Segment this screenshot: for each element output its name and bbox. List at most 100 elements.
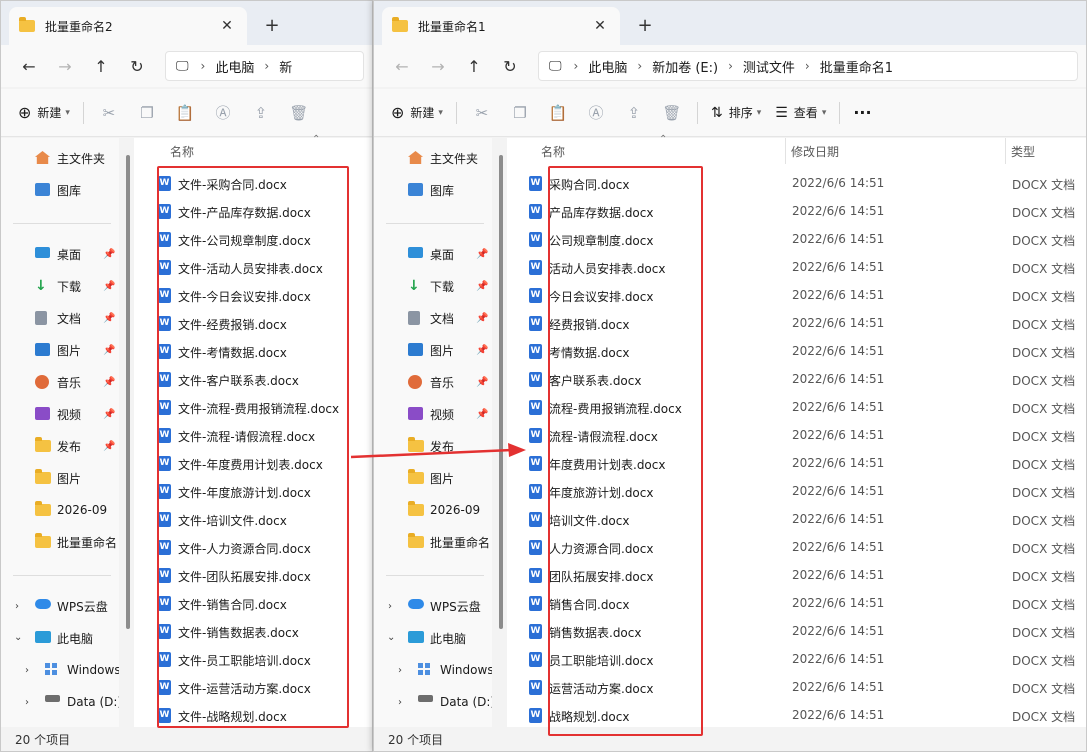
sidebar-item-videos[interactable]: 视频 📌: [35, 401, 119, 427]
file-row[interactable]: W 采购合同.docx 2022/6/6 14:51 DOCX 文档: [507, 169, 1086, 197]
file-row[interactable]: W 今日会议安排.docx 2022/6/6 14:51 DOCX 文档: [507, 281, 1086, 309]
sidebar-item-home[interactable]: 主文件夹: [35, 145, 119, 171]
file-row[interactable]: W 文件-运营活动方案.docx: [134, 673, 372, 701]
cut-icon[interactable]: ✂: [98, 102, 120, 124]
column-header-name[interactable]: 名称: [541, 143, 565, 160]
sidebar-item-data-drive[interactable]: Data (D:): [418, 689, 492, 715]
share-icon[interactable]: ⇪: [250, 102, 272, 124]
file-row[interactable]: W 文件-流程-请假流程.docx: [134, 421, 372, 449]
sidebar-scrollbar[interactable]: [126, 155, 130, 629]
chevron-right-icon[interactable]: ›: [25, 697, 29, 708]
file-row[interactable]: W 文件-流程-费用报销流程.docx: [134, 393, 372, 421]
file-row[interactable]: W 流程-请假流程.docx 2022/6/6 14:51 DOCX 文档: [507, 421, 1086, 449]
new-button[interactable]: ⊕ 新建 ▾: [11, 97, 77, 129]
back-arrow-icon[interactable]: ←: [384, 50, 420, 82]
sidebar-item-pictures[interactable]: 图片 📌: [408, 337, 492, 363]
up-arrow-icon[interactable]: ↑: [83, 50, 119, 82]
file-row[interactable]: W 培训文件.docx 2022/6/6 14:51 DOCX 文档: [507, 505, 1086, 533]
sidebar-item-batch-rename[interactable]: 批量重命名: [35, 529, 119, 555]
file-row[interactable]: W 文件-年度费用计划表.docx: [134, 449, 372, 477]
file-row[interactable]: W 客户联系表.docx 2022/6/6 14:51 DOCX 文档: [507, 365, 1086, 393]
sidebar-item-documents[interactable]: 文档 📌: [408, 305, 492, 331]
delete-icon[interactable]: 🗑: [661, 102, 683, 124]
file-row[interactable]: W 文件-经费报销.docx: [134, 309, 372, 337]
chevron-right-icon[interactable]: ›: [25, 665, 29, 676]
sidebar-item-batch-rename[interactable]: 批量重命名: [408, 529, 492, 555]
breadcrumb-drive[interactable]: 新: [269, 57, 302, 76]
close-icon[interactable]: ✕: [217, 18, 237, 34]
file-row[interactable]: W 文件-活动人员安排表.docx: [134, 253, 372, 281]
sidebar-item-pictures-folder[interactable]: 图片: [408, 465, 492, 491]
column-header-name[interactable]: 名称: [170, 143, 194, 160]
file-row[interactable]: W 文件-客户联系表.docx: [134, 365, 372, 393]
file-row[interactable]: W 文件-培训文件.docx: [134, 505, 372, 533]
tab-active[interactable]: 批量重命名2 ✕: [9, 7, 247, 45]
sidebar-item-desktop[interactable]: 桌面 📌: [35, 241, 119, 267]
file-row[interactable]: W 文件-今日会议安排.docx: [134, 281, 372, 309]
file-row[interactable]: W 文件-人力资源合同.docx: [134, 533, 372, 561]
share-icon[interactable]: ⇪: [623, 102, 645, 124]
file-row[interactable]: W 文件-员工职能培训.docx: [134, 645, 372, 673]
file-row[interactable]: W 经费报销.docx 2022/6/6 14:51 DOCX 文档: [507, 309, 1086, 337]
new-button[interactable]: ⊕ 新建 ▾: [384, 97, 450, 129]
file-row[interactable]: W 战略规划.docx 2022/6/6 14:51 DOCX 文档: [507, 701, 1086, 729]
file-row[interactable]: W 团队拓展安排.docx 2022/6/6 14:51 DOCX 文档: [507, 561, 1086, 589]
file-row[interactable]: W 文件-团队拓展安排.docx: [134, 561, 372, 589]
file-row[interactable]: W 活动人员安排表.docx 2022/6/6 14:51 DOCX 文档: [507, 253, 1086, 281]
column-header-type[interactable]: 类型: [1011, 143, 1035, 160]
chevron-right-icon[interactable]: ›: [388, 601, 392, 612]
view-button[interactable]: ☰ 查看 ▾: [768, 97, 833, 129]
file-row[interactable]: W 文件-年度旅游计划.docx: [134, 477, 372, 505]
file-row[interactable]: W 运营活动方案.docx 2022/6/6 14:51 DOCX 文档: [507, 673, 1086, 701]
sidebar-item-this-pc[interactable]: 此电脑: [408, 625, 492, 651]
sidebar-item-windows-drive[interactable]: Windows: [45, 657, 119, 683]
refresh-icon[interactable]: ↻: [492, 50, 528, 82]
sidebar-item-2026-09[interactable]: 2026-09: [35, 497, 119, 523]
breadcrumb-current-folder[interactable]: 批量重命名1: [810, 57, 903, 76]
new-tab-button[interactable]: +: [259, 13, 285, 39]
rename-icon[interactable]: Ⓐ: [585, 102, 607, 124]
refresh-icon[interactable]: ↻: [119, 50, 155, 82]
breadcrumb-drive[interactable]: 新加卷 (E:): [642, 57, 728, 76]
sidebar-item-wps-cloud[interactable]: WPS云盘: [35, 593, 119, 619]
breadcrumb-this-pc[interactable]: 此电脑: [205, 57, 264, 76]
sidebar-item-gallery[interactable]: 图库: [408, 177, 492, 203]
up-arrow-icon[interactable]: ↑: [456, 50, 492, 82]
sidebar-item-downloads[interactable]: ↓ 下载 📌: [35, 273, 119, 299]
file-row[interactable]: W 流程-费用报销流程.docx 2022/6/6 14:51 DOCX 文档: [507, 393, 1086, 421]
back-arrow-icon[interactable]: ←: [11, 50, 47, 82]
file-row[interactable]: W 年度费用计划表.docx 2022/6/6 14:51 DOCX 文档: [507, 449, 1086, 477]
copy-icon[interactable]: ❐: [136, 102, 158, 124]
tab-active[interactable]: 批量重命名1 ✕: [382, 7, 620, 45]
rename-icon[interactable]: Ⓐ: [212, 102, 234, 124]
address-bar[interactable]: 🖵 › 此电脑 › 新: [165, 51, 364, 81]
sidebar-item-music[interactable]: 音乐 📌: [408, 369, 492, 395]
breadcrumb-test-folder[interactable]: 测试文件: [733, 57, 805, 76]
file-row[interactable]: W 销售数据表.docx 2022/6/6 14:51 DOCX 文档: [507, 617, 1086, 645]
sidebar-item-documents[interactable]: 文档 📌: [35, 305, 119, 331]
file-row[interactable]: W 考情数据.docx 2022/6/6 14:51 DOCX 文档: [507, 337, 1086, 365]
sidebar-item-publish[interactable]: 发布: [408, 433, 492, 459]
file-row[interactable]: W 文件-公司规章制度.docx: [134, 225, 372, 253]
file-row[interactable]: W 年度旅游计划.docx 2022/6/6 14:51 DOCX 文档: [507, 477, 1086, 505]
sidebar-item-windows-drive[interactable]: Windows: [418, 657, 492, 683]
address-bar[interactable]: 🖵 › 此电脑 › 新加卷 (E:) › 测试文件 › 批量重命名1: [538, 51, 1078, 81]
sidebar-item-pictures[interactable]: 图片 📌: [35, 337, 119, 363]
chevron-right-icon[interactable]: ›: [15, 601, 19, 612]
new-tab-button[interactable]: +: [632, 13, 658, 39]
sidebar-item-downloads[interactable]: ↓ 下载 📌: [408, 273, 492, 299]
chevron-down-icon[interactable]: ⌄: [387, 632, 395, 643]
file-row[interactable]: W 员工职能培训.docx 2022/6/6 14:51 DOCX 文档: [507, 645, 1086, 673]
file-row[interactable]: W 文件-销售合同.docx: [134, 589, 372, 617]
column-header-date[interactable]: 修改日期: [791, 143, 839, 160]
sidebar-item-music[interactable]: 音乐 📌: [35, 369, 119, 395]
sidebar-item-data-drive[interactable]: Data (D:): [45, 689, 119, 715]
delete-icon[interactable]: 🗑: [288, 102, 310, 124]
paste-icon[interactable]: 📋: [547, 102, 569, 124]
sidebar-item-videos[interactable]: 视频 📌: [408, 401, 492, 427]
sidebar-item-2026-09[interactable]: 2026-09: [408, 497, 492, 523]
file-row[interactable]: W 人力资源合同.docx 2022/6/6 14:51 DOCX 文档: [507, 533, 1086, 561]
file-row[interactable]: W 文件-采购合同.docx: [134, 169, 372, 197]
sidebar-scrollbar[interactable]: [499, 155, 503, 629]
sidebar-item-wps-cloud[interactable]: WPS云盘: [408, 593, 492, 619]
